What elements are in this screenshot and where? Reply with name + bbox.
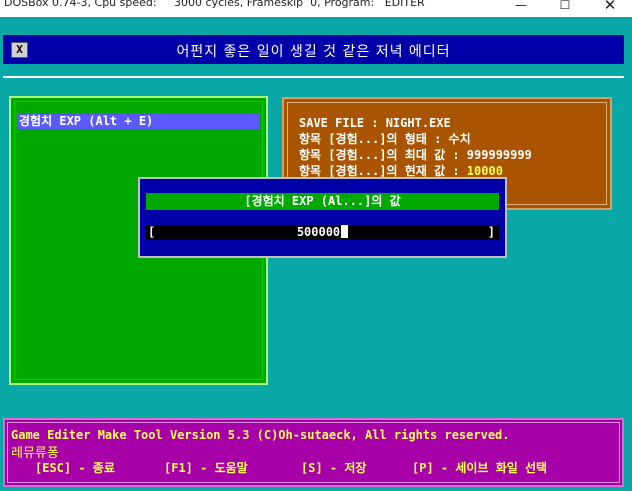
close-window-button[interactable]: ✕ xyxy=(588,0,632,17)
value-input-text: 500000 xyxy=(296,225,341,239)
key-hint-help[interactable]: [F1] - 도움말 xyxy=(164,459,248,476)
current-value: 10000 xyxy=(466,164,503,178)
key-hint-select-save-file[interactable]: [P] - 세이브 화일 선택 xyxy=(412,459,547,476)
header-divider xyxy=(3,76,624,78)
value-input-field[interactable]: [ 500000 ] xyxy=(146,225,499,240)
max-value-label: 항목 [경험...]의 최대 값 : xyxy=(299,148,467,162)
footer-panel: Game Editer Make Tool Version 5.3 (C)Oh-… xyxy=(3,418,624,487)
window-titlebar: DOSBox 0.74-3, Cpu speed: 3000 cycles, F… xyxy=(0,0,632,17)
copyright-text: Game Editer Make Tool Version 5.3 (C)Oh-… xyxy=(11,428,510,442)
value-input-dialog: [경험치 EXP (Al...]의 값 [ 500000 ] xyxy=(138,177,507,258)
maximize-button[interactable]: ☐ xyxy=(543,0,587,17)
key-hint-esc[interactable]: [ESC] - 종료 xyxy=(35,459,115,476)
app-title: 어펀지 좋은 일이 생길 것 같은 저녁 에디터 xyxy=(176,44,451,60)
max-value-line: 항목 [경험...]의 최대 값 : 999999999 xyxy=(299,147,532,163)
max-value: 999999999 xyxy=(466,148,532,162)
dos-screen: X 어펀지 좋은 일이 생길 것 같은 저녁 에디터 경험치 EXP (Alt … xyxy=(0,17,632,491)
app-header: X 어펀지 좋은 일이 생길 것 같은 저녁 에디터 xyxy=(3,35,624,64)
key-hint-save[interactable]: [S] - 저장 xyxy=(301,459,366,476)
window-title: DOSBox 0.74-3, Cpu speed: 3000 cycles, F… xyxy=(4,0,425,9)
value-input[interactable]: 500000 xyxy=(146,225,499,240)
dialog-title: [경험치 EXP (Al...]의 값 xyxy=(146,193,499,210)
text-cursor xyxy=(341,225,349,238)
type-line: 항목 [경험...]의 형태 : 수치 xyxy=(299,132,471,146)
current-value-label: 항목 [경험...]의 현재 값 : xyxy=(299,164,467,178)
list-item-exp[interactable]: 경험치 EXP (Alt + E) xyxy=(17,114,259,129)
save-file-line: SAVE FILE : NIGHT.EXE xyxy=(299,116,451,130)
field-bracket-right: ] xyxy=(487,225,495,239)
minimize-button[interactable]: — xyxy=(499,0,543,17)
